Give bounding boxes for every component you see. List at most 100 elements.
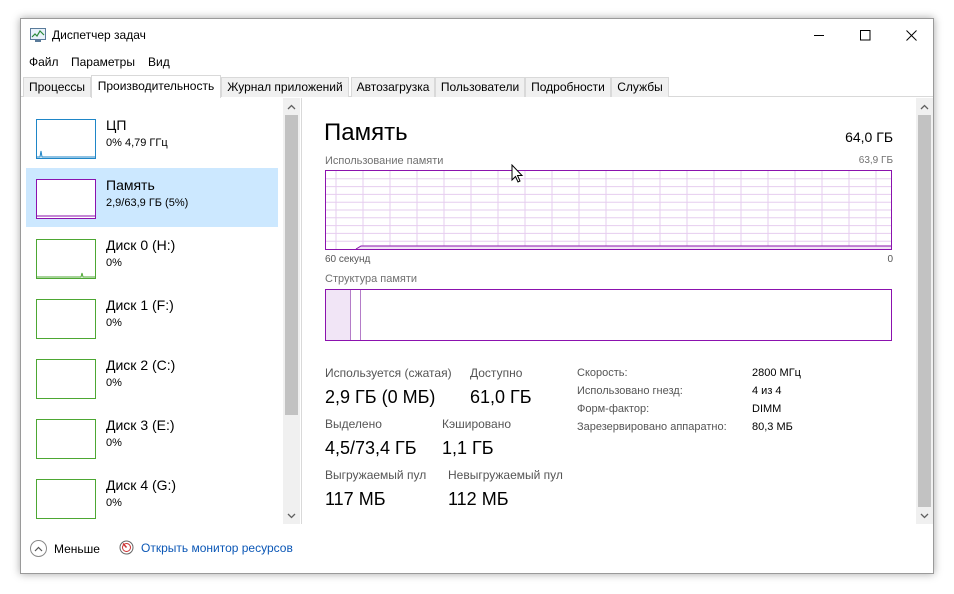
cpu-thumbnail-graph [36, 119, 96, 159]
nonpaged-pool-label: Невыгружаемый пул [448, 468, 563, 482]
total-memory: 64,0 ГБ [845, 129, 893, 145]
disk-2-thumbnail-graph [36, 359, 96, 399]
sidebar-scrollbar[interactable] [283, 98, 300, 524]
sidebar-item-label: Память [106, 177, 155, 193]
resource-monitor-icon [119, 540, 134, 555]
sidebar-item-memory[interactable]: Память 2,9/63,9 ГБ (5%) [26, 168, 278, 227]
main-scroll-thumb[interactable] [918, 115, 931, 507]
speed-label: Скорость: [577, 367, 628, 379]
sidebar-item-disk-3[interactable]: Диск 3 (E:) 0% [26, 408, 278, 467]
disk-0-mini-graph [37, 272, 95, 278]
disk-4-thumbnail-graph [36, 479, 96, 519]
sidebar-scroll-thumb[interactable] [285, 115, 298, 415]
graph-grid [326, 171, 891, 249]
disk-0-thumbnail-graph [36, 239, 96, 279]
main-scrollbar[interactable] [916, 98, 933, 524]
memory-mini-graph [37, 215, 95, 217]
tab-performance[interactable]: Производительность [91, 75, 221, 98]
disk-1-thumbnail-graph [36, 299, 96, 339]
memory-in-use-segment[interactable] [326, 290, 351, 340]
open-resource-monitor-link[interactable]: Открыть монитор ресурсов [119, 540, 293, 555]
title-bar: Диспетчер задач [21, 19, 933, 51]
cached-value: 1,1 ГБ [442, 438, 494, 458]
tab-app-history[interactable]: Журнал приложений [221, 77, 349, 97]
available-label: Доступно [470, 366, 523, 380]
available-value: 61,0 ГБ [470, 387, 532, 407]
memory-modified-segment[interactable] [351, 290, 361, 340]
in-use-label: Используется (сжатая) [325, 366, 452, 380]
graph-time-end: 0 [887, 254, 893, 265]
paged-pool-value: 117 МБ [325, 489, 386, 509]
sidebar-item-value: 2,9/63,9 ГБ (5%) [106, 197, 189, 209]
tab-services[interactable]: Службы [611, 77, 669, 97]
open-resource-monitor-label: Открыть монитор ресурсов [141, 540, 293, 555]
footer-bar: Меньше Открыть монитор ресурсов [21, 534, 933, 564]
sidebar-item-cpu[interactable]: ЦП 0% 4,79 ГГц [26, 108, 278, 167]
nonpaged-pool-value: 112 МБ [448, 489, 509, 509]
fewer-details-button[interactable]: Меньше [30, 540, 100, 557]
close-icon [905, 29, 917, 41]
graph-time-start: 60 секунд [325, 254, 371, 265]
sidebar-item-disk-1[interactable]: Диск 1 (F:) 0% [26, 288, 278, 347]
sidebar-item-label: Диск 4 (G:) [106, 477, 177, 493]
menu-bar: Файл Параметры Вид [21, 52, 933, 72]
menu-view[interactable]: Вид [148, 55, 170, 69]
sidebar-scroll-up-button[interactable] [283, 98, 300, 115]
tab-strip: Процессы Производительность Журнал прило… [21, 75, 933, 98]
sidebar-item-label: Диск 3 (E:) [106, 417, 175, 433]
sidebar-scroll-down-button[interactable] [283, 507, 300, 524]
tab-processes[interactable]: Процессы [23, 77, 91, 97]
fewer-details-label: Меньше [54, 541, 100, 556]
in-use-value: 2,9 ГБ (0 МБ) [325, 387, 436, 407]
sidebar-item-label: Диск 1 (F:) [106, 297, 174, 313]
task-manager-app-icon [30, 28, 46, 42]
committed-label: Выделено [325, 417, 382, 431]
maximize-button[interactable] [842, 19, 888, 51]
memory-usage-chart [326, 171, 891, 250]
minimize-icon [813, 34, 824, 36]
sidebar-item-value: 0% [106, 437, 122, 449]
sidebar-item-disk-0[interactable]: Диск 0 (H:) 0% [26, 228, 278, 287]
close-button[interactable] [888, 19, 934, 51]
memory-composition-bar [325, 289, 892, 341]
task-manager-window: Диспетчер задач Файл Параметры Вид Проце… [20, 18, 934, 574]
cpu-mini-graph [37, 150, 95, 158]
memory-usage-max: 63,9 ГБ [858, 155, 893, 166]
sidebar-item-disk-2[interactable]: Диск 2 (C:) 0% [26, 348, 278, 407]
tab-details[interactable]: Подробности [525, 77, 611, 97]
memory-usage-label: Использование памяти [325, 155, 444, 167]
chevron-up-icon [34, 546, 43, 551]
sidebar-item-value: 0% [106, 497, 122, 509]
memory-composition-label: Структура памяти [325, 273, 418, 285]
slots-used-label: Использовано гнезд: [577, 385, 683, 397]
disk-3-thumbnail-graph [36, 419, 96, 459]
resource-sidebar: ЦП 0% 4,79 ГГц Память 2,9/63,9 ГБ (5%) Д… [21, 98, 301, 524]
minimize-button[interactable] [796, 19, 842, 51]
sidebar-item-label: Диск 2 (C:) [106, 357, 176, 373]
sidebar-item-value: 0% [106, 377, 122, 389]
chevron-down-icon [287, 513, 296, 518]
chevron-up-icon [287, 104, 296, 109]
chevron-up-icon [920, 104, 929, 109]
page-title: Память [324, 119, 408, 146]
hardware-reserved-value: 80,3 МБ [752, 421, 793, 433]
slots-used-value: 4 из 4 [752, 385, 782, 397]
form-factor-label: Форм-фактор: [577, 403, 650, 415]
mouse-cursor-icon [511, 164, 524, 183]
tab-startup[interactable]: Автозагрузка [351, 77, 435, 97]
tab-users[interactable]: Пользователи [435, 77, 525, 97]
form-factor-value: DIMM [752, 403, 782, 415]
memory-thumbnail-graph [36, 179, 96, 219]
menu-options[interactable]: Параметры [71, 55, 135, 69]
main-scroll-down-button[interactable] [916, 507, 933, 524]
sidebar-item-disk-4[interactable]: Диск 4 (G:) 0% [26, 468, 278, 524]
sidebar-item-value: 0% 4,79 ГГц [106, 137, 168, 149]
pane-divider[interactable] [301, 98, 302, 524]
sidebar-item-label: ЦП [106, 117, 127, 133]
maximize-icon [859, 29, 870, 40]
collapse-circle [30, 540, 47, 557]
main-scroll-up-button[interactable] [916, 98, 933, 115]
menu-file[interactable]: Файл [29, 55, 59, 69]
committed-value: 4,5/73,4 ГБ [325, 438, 417, 458]
chevron-down-icon [920, 513, 929, 518]
